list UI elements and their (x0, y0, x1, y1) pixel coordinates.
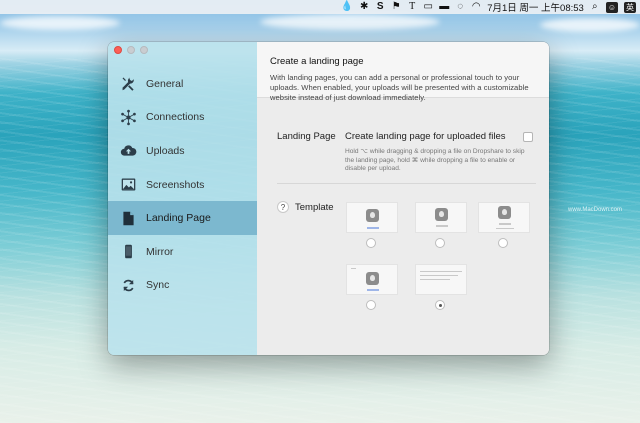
sidebar-item-mirror[interactable]: Mirror (108, 235, 257, 269)
sidebar-item-label: Sync (146, 279, 170, 292)
picture-icon (119, 176, 137, 194)
sidebar-item-screenshots[interactable]: Screenshots (108, 168, 257, 202)
template-text-line (420, 271, 462, 272)
s-icon[interactable]: S (375, 1, 385, 13)
zoom-button[interactable] (140, 46, 148, 54)
template-text-line (351, 268, 356, 269)
search-icon[interactable]: ⌕ (590, 1, 600, 13)
input-method-icon[interactable]: 英 (624, 1, 636, 13)
drop-icon[interactable]: 💧 (341, 1, 353, 13)
document-icon (119, 209, 137, 227)
slack-icon[interactable]: ✱ (359, 1, 369, 13)
wallpaper-cloud (540, 18, 640, 32)
sidebar-item-label: Landing Page (146, 212, 211, 225)
menu-bar: 💧 ✱ S ⚑ T ▭ ▬ ◌ ◠ 7月1日 周一 上午08:53 ⌕ ☺ 英 (0, 0, 640, 14)
template-radio-5[interactable] (435, 300, 445, 310)
panel-header: Create a landing page With landing pages… (257, 42, 549, 102)
settings-panel: Create a landing page With landing pages… (257, 42, 549, 355)
display-icon[interactable]: ▬ (439, 1, 449, 13)
network-icon (119, 108, 137, 126)
help-button[interactable]: ? (277, 201, 289, 213)
template-thumbnail-2[interactable] (415, 202, 467, 233)
wallpaper-cloud (260, 14, 440, 30)
sidebar-item-label: Mirror (146, 245, 174, 258)
landing-page-help-text: Hold ⌥ while dragging & dropping a file … (345, 148, 525, 172)
template-thumbnail-3[interactable] (478, 202, 530, 233)
template-radio-3[interactable] (498, 238, 508, 248)
sidebar-item-label: Screenshots (146, 178, 205, 191)
sidebar-item-label: Connections (146, 111, 205, 124)
create-landing-page-checkbox[interactable] (523, 132, 533, 142)
template-thumbnail-5[interactable] (415, 264, 467, 295)
create-landing-page-label[interactable]: Create landing page for uploaded files (345, 131, 506, 142)
preferences-window: General Connections Uploads Screenshots (108, 42, 549, 355)
sidebar-item-label: Uploads (146, 144, 185, 157)
window-controls (114, 46, 148, 54)
sidebar-item-label: General (146, 77, 184, 90)
template-text-line (499, 223, 511, 225)
cloud-upload-icon (119, 142, 137, 160)
template-text-line (420, 275, 458, 276)
template-text-line (496, 228, 514, 229)
template-thumbnail-1[interactable] (346, 202, 398, 233)
template-text-line (420, 279, 450, 280)
template-button-line (367, 227, 379, 229)
sidebar-item-landing-page[interactable]: Landing Page (108, 201, 257, 235)
template-thumbnail-4[interactable] (346, 264, 398, 295)
page-title: Create a landing page (270, 56, 364, 67)
app-icon (366, 209, 379, 222)
phone-icon (119, 243, 137, 261)
wallpaper-cloud (0, 16, 120, 30)
sidebar-item-general[interactable]: General (108, 67, 257, 101)
user-icon[interactable]: ☺ (605, 1, 618, 13)
menubar-datetime[interactable]: 7月1日 周一 上午08:53 (487, 0, 584, 14)
landing-page-label: Landing Page (277, 131, 336, 142)
flag-badge-icon[interactable]: ⚑ (391, 1, 401, 13)
divider (277, 183, 536, 184)
wechat-icon[interactable]: ◌ (455, 1, 465, 13)
watermark: www.MacDown.com (568, 207, 623, 213)
template-radio-2[interactable] (435, 238, 445, 248)
wifi-icon[interactable]: ◠ (471, 1, 481, 13)
app-icon (366, 272, 379, 285)
template-label: Template (295, 202, 334, 213)
app-icon (435, 208, 448, 221)
close-button[interactable] (114, 46, 122, 54)
sidebar-item-connections[interactable]: Connections (108, 101, 257, 135)
sync-icon (119, 276, 137, 294)
template-text-line (436, 225, 448, 227)
template-radio-4[interactable] (366, 300, 376, 310)
video-icon[interactable]: ▭ (423, 1, 433, 13)
app-icon (498, 206, 511, 219)
text-icon[interactable]: T (407, 1, 417, 13)
template-button-line (367, 289, 379, 291)
template-radio-1[interactable] (366, 238, 376, 248)
sidebar-item-uploads[interactable]: Uploads (108, 134, 257, 168)
sidebar-item-sync[interactable]: Sync (108, 269, 257, 303)
minimize-button[interactable] (127, 46, 135, 54)
sidebar-nav: General Connections Uploads Screenshots (108, 67, 257, 302)
page-description: With landing pages, you can add a person… (270, 73, 529, 102)
tools-icon (119, 75, 137, 93)
sidebar: General Connections Uploads Screenshots (108, 42, 257, 355)
